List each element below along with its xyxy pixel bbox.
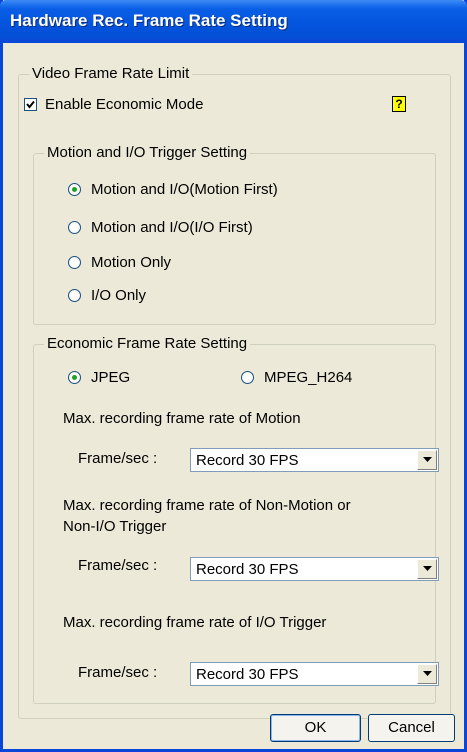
trigger-setting-legend: Motion and I/O Trigger Setting — [44, 144, 251, 161]
radio-row-motion-only[interactable]: Motion Only — [68, 254, 171, 271]
io-trigger-frame-label: Frame/sec : — [78, 664, 158, 681]
video-frame-rate-legend: Video Frame Rate Limit — [29, 65, 193, 82]
cancel-button[interactable]: Cancel — [368, 714, 455, 742]
motion-rate-heading: Max. recording frame rate of Motion — [63, 410, 301, 427]
enable-economic-checkbox-row[interactable]: Enable Economic Mode — [24, 96, 203, 113]
enable-economic-checkbox[interactable] — [24, 98, 37, 111]
io-trigger-heading: Max. recording frame rate of I/O Trigger — [63, 614, 327, 631]
title-bar[interactable]: Hardware Rec. Frame Rate Setting — [0, 0, 467, 43]
radio-jpeg[interactable] — [68, 371, 81, 384]
chevron-down-icon[interactable] — [417, 450, 437, 470]
non-motion-frame-rate-select[interactable]: Record 30 FPS — [190, 557, 439, 581]
window-title: Hardware Rec. Frame Rate Setting — [10, 11, 288, 30]
ok-button[interactable]: OK — [270, 714, 361, 742]
radio-label: MPEG_H264 — [264, 369, 353, 386]
motion-frame-rate-select[interactable]: Record 30 FPS — [190, 448, 439, 472]
dialog-window: Hardware Rec. Frame Rate Setting Video F… — [0, 0, 467, 752]
motion-frame-label: Frame/sec : — [78, 450, 158, 467]
check-icon — [26, 100, 35, 109]
non-motion-heading-line2: Non-I/O Trigger — [63, 518, 167, 535]
enable-economic-label: Enable Economic Mode — [45, 96, 204, 113]
radio-label: I/O Only — [91, 287, 147, 304]
radio-motion-first[interactable] — [68, 183, 81, 196]
radio-row-jpeg[interactable]: JPEG — [68, 369, 130, 386]
radio-row-io-only[interactable]: I/O Only — [68, 287, 146, 304]
select-value: Record 30 FPS — [196, 665, 299, 683]
radio-mpeg-h264[interactable] — [241, 371, 254, 384]
select-value: Record 30 FPS — [196, 560, 299, 578]
radio-label: Motion and I/O(Motion First) — [91, 181, 278, 198]
radio-row-io-first[interactable]: Motion and I/O(I/O First) — [68, 219, 253, 236]
select-value: Record 30 FPS — [196, 451, 299, 469]
question-icon[interactable]: ? — [392, 96, 406, 112]
radio-label: Motion and I/O(I/O First) — [91, 219, 253, 236]
economic-frame-rate-legend: Economic Frame Rate Setting — [44, 335, 251, 352]
radio-row-mpeg[interactable]: MPEG_H264 — [241, 369, 352, 386]
radio-io-only[interactable] — [68, 289, 81, 302]
chevron-down-icon[interactable] — [417, 664, 437, 684]
chevron-down-icon[interactable] — [417, 559, 437, 579]
radio-label: JPEG — [91, 369, 131, 386]
radio-motion-only[interactable] — [68, 256, 81, 269]
radio-row-motion-first[interactable]: Motion and I/O(Motion First) — [68, 181, 278, 198]
non-motion-heading-line1: Max. recording frame rate of Non-Motion … — [63, 497, 351, 514]
io-trigger-frame-rate-select[interactable]: Record 30 FPS — [190, 662, 439, 686]
radio-label: Motion Only — [91, 254, 172, 271]
radio-io-first[interactable] — [68, 221, 81, 234]
non-motion-frame-label: Frame/sec : — [78, 557, 158, 574]
